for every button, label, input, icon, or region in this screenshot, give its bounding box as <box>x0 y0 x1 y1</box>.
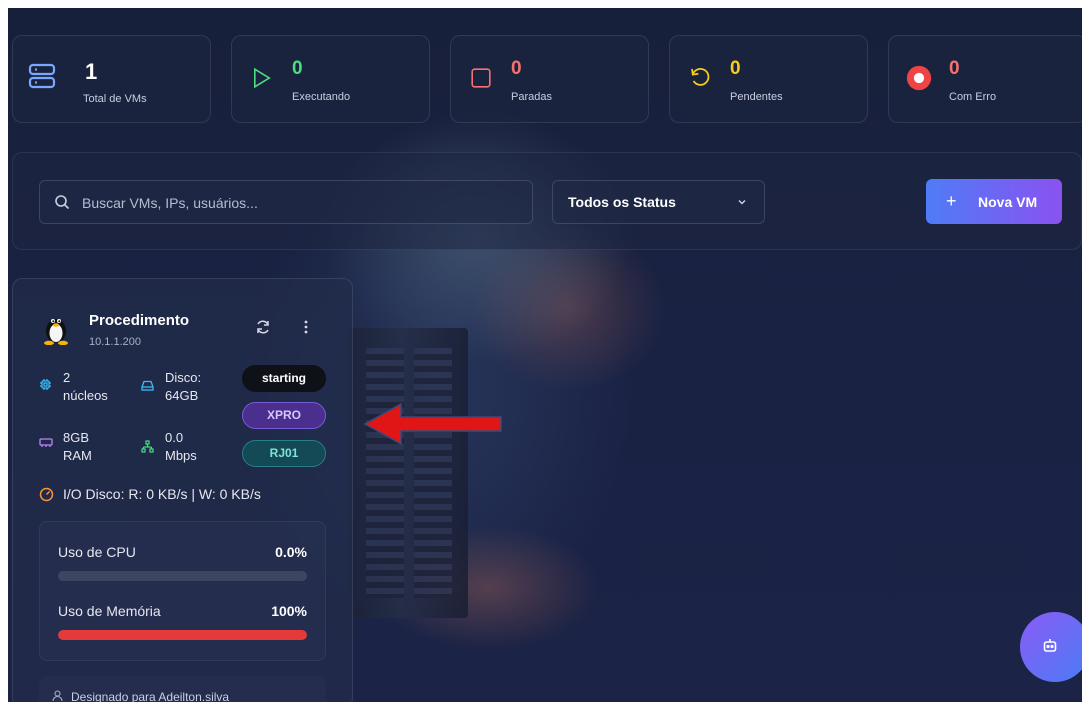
ram-value: 8GB <box>63 430 90 445</box>
stat-label: Pendentes <box>730 91 783 103</box>
memory-usage-bar <box>58 630 307 640</box>
disk-value: 64GB <box>165 388 199 403</box>
stat-value: 0 <box>730 58 741 79</box>
usage-panel: Uso de CPU 0.0% Uso de Memória 100% <box>39 521 326 661</box>
status-filter-value: Todos os Status <box>568 194 676 210</box>
error-record-icon <box>906 65 932 91</box>
stat-stopped[interactable]: 0 Paradas <box>450 35 649 123</box>
chevron-down-icon <box>738 199 746 205</box>
disk-label: Disco: <box>165 370 202 385</box>
stop-icon <box>471 68 491 88</box>
memory-icon <box>39 438 53 447</box>
search-input[interactable] <box>80 191 514 215</box>
stat-total-vms[interactable]: 1 Total de VMs <box>12 35 211 123</box>
stat-error[interactable]: 0 Com Erro <box>888 35 1082 123</box>
refresh-icon[interactable] <box>255 319 271 335</box>
network-value: 0.0 <box>165 430 184 445</box>
vm-name: Procedimento <box>89 312 190 329</box>
robot-icon <box>1043 639 1057 652</box>
stat-value: 0 <box>292 58 303 79</box>
stat-pending[interactable]: 0 Pendentes <box>669 35 868 123</box>
cpu-icon <box>40 379 51 390</box>
plus-icon: + <box>946 191 957 211</box>
stat-label: Com Erro <box>949 91 997 103</box>
vm-ip: 10.1.1.200 <box>89 336 141 348</box>
cpu-usage-label: Uso de CPU <box>58 544 136 560</box>
linux-tux-icon <box>44 319 68 345</box>
memory-usage-value: 100% <box>271 603 307 619</box>
stat-running[interactable]: 0 Executando <box>231 35 430 123</box>
vm-card[interactable]: Procedimento 10.1.1.200 2 núcleos Disco:… <box>12 278 353 702</box>
cpu-usage-value: 0.0% <box>275 544 307 560</box>
hard-drive-icon <box>141 380 154 391</box>
status-filter-select[interactable]: Todos os Status <box>552 180 765 224</box>
stat-value: 1 <box>85 59 98 84</box>
network-icon <box>141 440 154 453</box>
user-icon <box>52 690 63 702</box>
cores-label: núcleos <box>63 388 108 403</box>
server-icon <box>28 63 56 89</box>
stat-label: Executando <box>292 91 351 103</box>
memory-usage-fill <box>58 630 307 640</box>
network-label: Mbps <box>165 448 197 463</box>
search-icon <box>55 195 70 210</box>
new-vm-button[interactable]: + Nova VM <box>926 179 1062 224</box>
gauge-icon <box>39 487 54 502</box>
annotation-arrow-icon <box>363 402 502 446</box>
status-badge: starting <box>242 365 326 392</box>
play-icon <box>254 67 271 89</box>
disk-io-text: I/O Disco: R: 0 KB/s | W: 0 KB/s <box>63 486 261 502</box>
tag-badge-rj01[interactable]: RJ01 <box>242 440 326 467</box>
stat-label: Total de VMs <box>83 93 147 105</box>
assigned-user-text: Designado para Adeilton.silva <box>71 690 230 702</box>
assistant-button[interactable] <box>1020 612 1082 682</box>
ram-label: RAM <box>63 448 92 463</box>
new-vm-label: Nova VM <box>978 194 1038 210</box>
search-box[interactable] <box>39 180 533 224</box>
memory-usage-label: Uso de Memória <box>58 603 161 619</box>
rotate-ccw-icon <box>691 68 710 86</box>
assigned-user: Designado para Adeilton.silva <box>39 676 326 702</box>
stat-value: 0 <box>511 58 522 79</box>
stat-label: Paradas <box>511 91 552 103</box>
filter-toolbar: Todos os Status + Nova VM <box>12 152 1082 250</box>
more-options-icon[interactable] <box>303 319 309 335</box>
stat-value: 0 <box>949 58 960 79</box>
cpu-usage-bar <box>58 571 307 581</box>
tag-badge-xpro[interactable]: XPRO <box>242 402 326 429</box>
server-rack-illustration <box>348 328 468 618</box>
cores-value: 2 <box>63 370 71 385</box>
dashboard: 1 Total de VMs 0 Executando 0 Paradas 0 … <box>8 8 1082 702</box>
